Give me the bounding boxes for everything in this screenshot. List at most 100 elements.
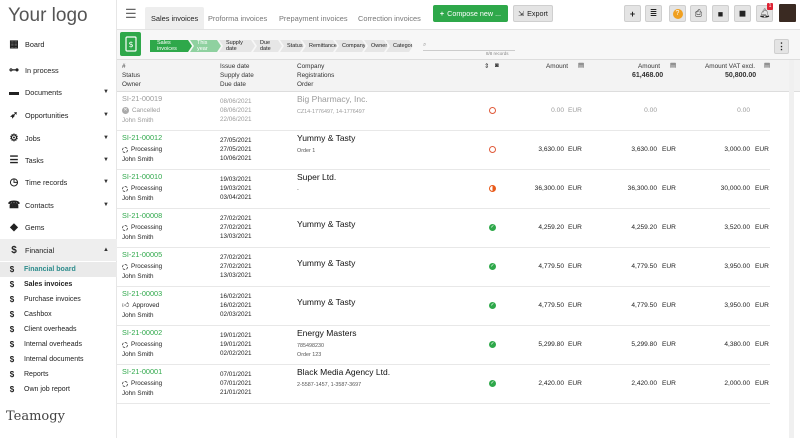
sort-icon[interactable]: ⇕ <box>484 62 489 71</box>
processing-icon <box>122 380 128 387</box>
print-icon[interactable]: ⎙ <box>690 5 707 22</box>
search-input[interactable]: ⌕ <box>423 42 515 51</box>
avatar[interactable] <box>779 4 796 22</box>
currency: EUR <box>755 224 769 231</box>
company-name[interactable]: Yummy & Tasty <box>297 258 355 269</box>
currency: EUR <box>662 341 676 348</box>
sidebar-sub-client-overheads[interactable]: $ Client overheads <box>0 322 117 337</box>
amount: 5,299.80 <box>538 341 564 348</box>
col-dates[interactable]: Issue date Supply date Due date <box>220 62 254 89</box>
owner: John Smith <box>122 312 154 319</box>
sidebar-item-documents[interactable]: ▬ Documents ▼ <box>0 81 117 103</box>
tab-proforma-invoices[interactable]: Proforma invoices <box>202 7 273 29</box>
sidebar-item-contacts[interactable]: ☎ Contacts ▼ <box>0 194 117 216</box>
table-row[interactable]: SI-21-00012 Processing John Smith 27/05/202… <box>117 131 770 170</box>
sidebar-sub-purchase-invoices[interactable]: $ Purchase invoices <box>0 292 117 307</box>
sidebar-item-opportunities[interactable]: ➶ Opportunities ▼ <box>0 104 117 126</box>
currency: EUR <box>568 263 582 270</box>
sidebar-item-tasks[interactable]: ☰ Tasks ▼ <box>0 149 117 171</box>
remittance-col-icon[interactable]: ◙ <box>495 61 499 70</box>
sidebar-sub-sales-invoices[interactable]: $ Sales invoices <box>0 277 117 292</box>
sidebar-sub-cashbox[interactable]: $ Cashbox <box>0 307 117 322</box>
filter-crumb-supply-date[interactable]: Supply date <box>219 40 255 52</box>
sidebar-item-time-records[interactable]: ◷ Time records ▼ <box>0 171 117 193</box>
invoice-number[interactable]: SI-21-00008 <box>122 211 162 221</box>
company-name[interactable]: Super Ltd. <box>297 172 336 183</box>
invoice-number[interactable]: SI-21-00001 <box>122 367 162 377</box>
tab-prepayment-invoices[interactable]: Prepayment invoices <box>273 7 354 29</box>
filter-crumb-company[interactable]: Company <box>335 40 366 52</box>
owner: John Smith <box>122 390 154 397</box>
invoice-icon[interactable]: $ <box>120 32 141 56</box>
invoice-number[interactable]: SI-21-00003 <box>122 289 162 299</box>
sidebar-item-jobs[interactable]: ⚙ Jobs ▼ <box>0 127 117 149</box>
clock-icon: ◷ <box>9 176 19 188</box>
currency: EUR <box>568 302 582 309</box>
invoice-number[interactable]: SI-21-00019 <box>122 94 162 104</box>
currency: EUR <box>755 185 769 192</box>
table-row[interactable]: SI-21-00010 Processing John Smith 19/03/202… <box>117 170 770 209</box>
table-row[interactable]: SI-21-00005 Processing John Smith 27/02/202… <box>117 248 770 287</box>
sidebar-item-financial[interactable]: $ Financial ▲ <box>0 239 117 261</box>
dollar-icon: $ <box>9 295 15 304</box>
sidebar-item-board[interactable]: ▦ Board <box>0 33 117 55</box>
invoice-number[interactable]: SI-21-00005 <box>122 250 162 260</box>
chat-icon[interactable]: ◼ <box>734 5 751 22</box>
table-row[interactable]: SI-21-00003 👍︎ Approved John Smith 16/02/202… <box>117 287 770 326</box>
help-icon[interactable]: ? <box>669 5 686 22</box>
tab-sales-invoices[interactable]: Sales invoices <box>145 7 205 29</box>
table-row[interactable]: SI-21-00019 ✕ Cancelled John Smith 08/06/202… <box>117 92 770 131</box>
amount: 4,779.50 <box>538 302 564 309</box>
owner: John Smith <box>122 273 154 280</box>
processing-icon <box>122 263 128 270</box>
company-name[interactable]: Black Media Agency Ltd. <box>297 367 390 378</box>
company-name[interactable]: Big Pharmacy, Inc. <box>297 94 368 105</box>
table-row[interactable]: SI-21-00002 Processing John Smith 19/01/202… <box>117 326 770 365</box>
add-icon[interactable]: + <box>624 5 641 22</box>
company-name[interactable]: Energy Masters <box>297 328 357 339</box>
invoice-number[interactable]: SI-21-00010 <box>122 172 162 182</box>
filter-crumb-category[interactable]: Category <box>386 40 413 52</box>
sidebar-item-gems[interactable]: ◆ Gems <box>0 216 117 238</box>
grid-icon: ▦ <box>9 38 19 50</box>
currency: EUR <box>568 185 582 192</box>
notes-icon[interactable]: ≣ <box>645 5 662 22</box>
due-date: 13/03/2021 <box>220 272 252 279</box>
filter-crumb-remittance[interactable]: Remittance <box>302 40 337 52</box>
col-amount-2[interactable]: Amount <box>638 62 660 71</box>
sidebar-sub-financial-board[interactable]: $ Financial board <box>0 262 117 277</box>
status-badge: Processing <box>122 223 162 233</box>
invoice-number[interactable]: SI-21-00012 <box>122 133 162 143</box>
sidebar-sub-reports[interactable]: $ Reports <box>0 367 117 382</box>
col-amount-vat-excl[interactable]: Amount VAT excl. <box>705 62 755 71</box>
company-name[interactable]: Yummy & Tasty <box>297 133 355 144</box>
invoice-number[interactable]: SI-21-00002 <box>122 328 162 338</box>
video-icon[interactable]: ■ <box>712 5 729 22</box>
dollar-icon: $ <box>9 355 15 364</box>
compose-new-button[interactable]: + Compose new ... <box>433 5 508 22</box>
col-number-status-owner[interactable]: # Status Owner <box>122 62 141 89</box>
amount: 0.00 <box>551 107 564 114</box>
sidebar-sub-internal-documents[interactable]: $ Internal documents <box>0 352 117 367</box>
col-company[interactable]: Company Registrations Order <box>297 62 334 89</box>
due-date: 10/06/2021 <box>220 155 252 162</box>
filter-crumb-due-date[interactable]: Due date <box>253 40 282 52</box>
tab-correction-invoices[interactable]: Correction invoices <box>352 7 427 29</box>
sidebar-item-in-process[interactable]: ⊶ In process <box>0 59 117 81</box>
hamburger-menu-icon[interactable]: ☰ <box>125 6 137 22</box>
more-options-icon[interactable]: ⋮ <box>774 39 789 54</box>
amount-2: 2,420.00 <box>631 380 657 387</box>
filter-crumb-sales-invoices[interactable]: Sales invoices <box>150 40 192 52</box>
sidebar-sub-own-job-report[interactable]: $ Own job report <box>0 382 117 397</box>
export-button[interactable]: ⇲ Export <box>513 5 553 22</box>
table-row[interactable]: SI-21-00001 Processing John Smith 07/01/202… <box>117 365 770 404</box>
company-name[interactable]: Yummy & Tasty <box>297 297 355 308</box>
company-name[interactable]: Yummy & Tasty <box>297 219 355 230</box>
filter-crumb-this-year[interactable]: This year <box>190 40 221 52</box>
due-date: 21/01/2021 <box>220 389 252 396</box>
svg-text:$: $ <box>128 40 133 49</box>
sidebar-sub-internal-overheads[interactable]: $ Internal overheads <box>0 337 117 352</box>
col-amount[interactable]: Amount <box>546 62 568 71</box>
table-row[interactable]: SI-21-00008 Processing John Smith 27/02/202… <box>117 209 770 248</box>
scrollbar[interactable] <box>789 60 794 438</box>
